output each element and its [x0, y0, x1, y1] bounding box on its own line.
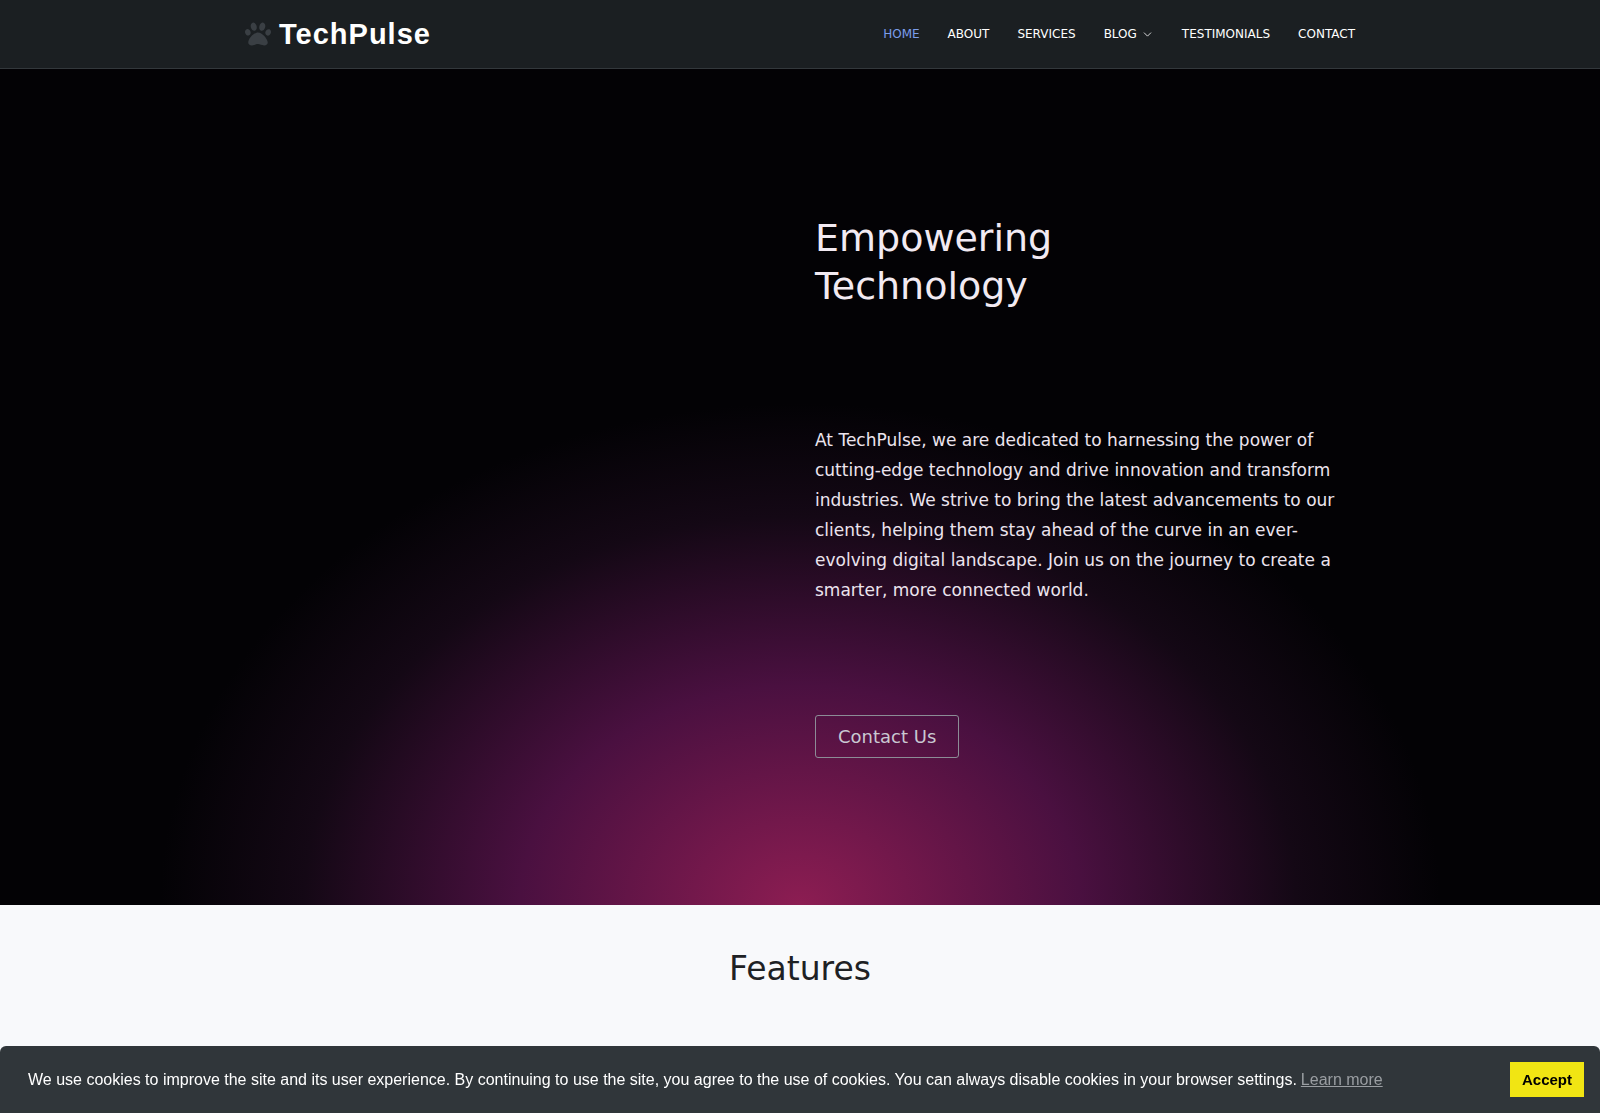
- nav-item[interactable]: TESTIMONIALS: [1182, 27, 1270, 41]
- nav-item[interactable]: CONTACT: [1298, 27, 1355, 41]
- nav-item[interactable]: BLOG: [1104, 27, 1154, 41]
- hero: Empowering Technology At TechPulse, we ar…: [0, 69, 1600, 905]
- navbar-inner: TechPulse HOME ABOUT SERVICES BLOG TESTIMONIA…: [245, 0, 1355, 68]
- hero-inner: Empowering Technology At TechPulse, we ar…: [245, 69, 1355, 905]
- nav-item[interactable]: ABOUT: [948, 27, 990, 41]
- hero-title: Empowering Technology: [815, 214, 1135, 310]
- cookie-banner: We use cookies to improve the site and i…: [0, 1046, 1600, 1113]
- learn-more-link[interactable]: Learn more: [1301, 1071, 1383, 1088]
- nav-menu: HOME ABOUT SERVICES BLOG TESTIMONIALS CONTACT: [883, 27, 1355, 41]
- accept-button[interactable]: Accept: [1510, 1062, 1584, 1097]
- paw-icon: [245, 21, 271, 47]
- nav-item[interactable]: SERVICES: [1017, 27, 1075, 41]
- hero-text: At TechPulse, we are dedicated to harnes…: [815, 425, 1335, 605]
- navbar: TechPulse HOME ABOUT SERVICES BLOG TESTIMONIA…: [0, 0, 1600, 69]
- cookie-text: We use cookies to improve the site and i…: [28, 1070, 1383, 1090]
- chevron-down-icon: [1141, 28, 1154, 41]
- hero-content: Empowering Technology At TechPulse, we ar…: [815, 69, 1335, 905]
- logo[interactable]: TechPulse: [245, 18, 431, 51]
- page: TechPulse HOME ABOUT SERVICES BLOG TESTIMONIA…: [0, 0, 1600, 1113]
- contact-button[interactable]: Contact Us: [815, 715, 959, 758]
- logo-text: TechPulse: [279, 18, 431, 51]
- nav-item[interactable]: HOME: [883, 27, 919, 41]
